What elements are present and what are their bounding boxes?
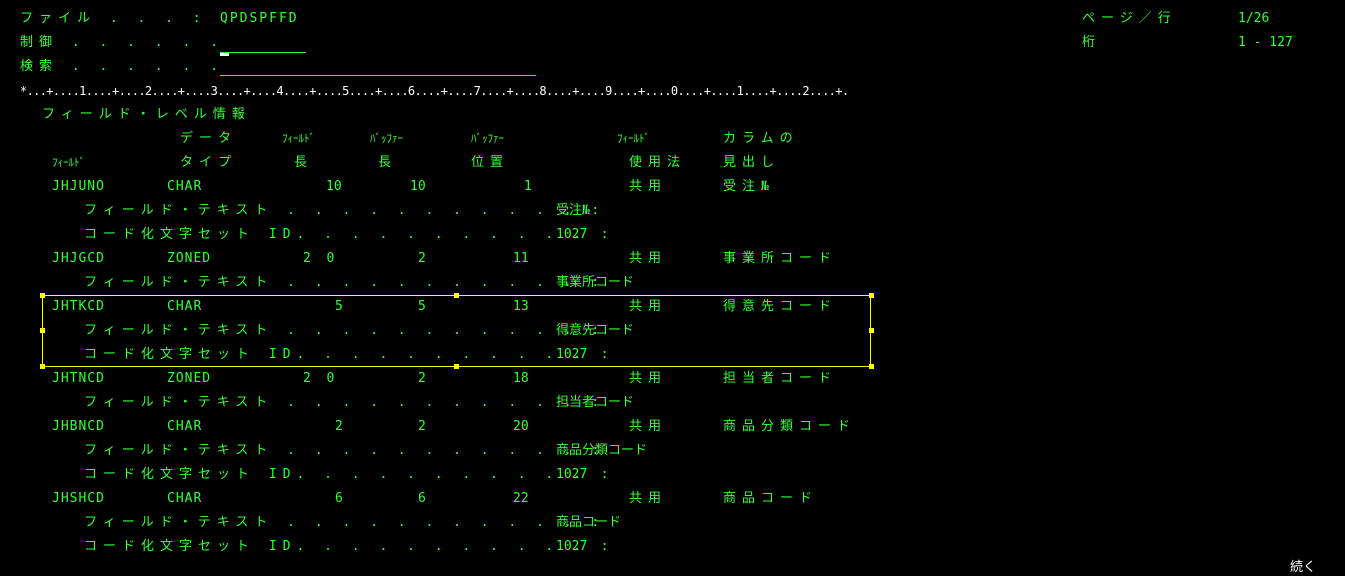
- ccsid-label: コード化文字セット ID. . . . . . . . . . . :: [84, 467, 615, 482]
- text-cursor: [220, 53, 229, 56]
- field-text-value: 事業所コード: [556, 275, 635, 290]
- header-position: 位置: [471, 155, 510, 170]
- header-data: データ: [180, 131, 238, 146]
- column-heading: 担当者コード: [723, 371, 838, 386]
- field-text-label: フィールド・テキスト . . . . . . . . . . . :: [84, 203, 606, 218]
- search-input[interactable]: [220, 75, 536, 76]
- field-length: 6: [335, 491, 343, 506]
- buffer-length: 10: [410, 179, 426, 194]
- ccsid-value: 1027: [556, 227, 588, 242]
- buffer-length: 2: [418, 371, 426, 386]
- column-heading: 事業所コード: [723, 251, 838, 266]
- file-value: QPDSPFFD: [220, 11, 299, 26]
- control-label: 制御 . . . . . .: [20, 35, 224, 50]
- file-label: ファイル . . . :: [20, 11, 207, 26]
- columns-label: 桁: [1082, 35, 1096, 50]
- field-name: JHBNCD: [52, 419, 105, 434]
- header-buffer-position: ﾊﾞｯﾌｧｰ: [471, 132, 504, 145]
- field-text-label: フィールド・テキスト . . . . . . . . . . . :: [84, 395, 606, 410]
- resize-handle-bottom-right[interactable]: [869, 364, 874, 369]
- column-heading: 受注№: [723, 179, 775, 194]
- column-heading: 商品分類コード: [723, 419, 857, 434]
- resize-handle-top-left[interactable]: [40, 293, 45, 298]
- header-buffer-length: ﾊﾞｯﾌｧｰ: [370, 132, 403, 145]
- header-column: カラムの: [723, 131, 799, 146]
- columns-value: 1 - 127: [1238, 35, 1293, 50]
- header-field: ﾌｨｰﾙﾄﾞ: [52, 156, 85, 169]
- resize-handle-top[interactable]: [454, 293, 459, 298]
- field-name: JHSHCD: [52, 491, 105, 506]
- buffer-length: 6: [418, 491, 426, 506]
- resize-handle-left[interactable]: [40, 328, 45, 333]
- header-heading: 見出し: [723, 155, 781, 170]
- field-usage: 共用: [629, 491, 668, 506]
- buffer-length: 2: [418, 251, 426, 266]
- field-text-value: 受注№: [556, 203, 590, 218]
- field-text-value: 商品分類コード: [556, 443, 648, 458]
- header-len: 長: [294, 155, 308, 170]
- page-row-value: 1/26: [1238, 11, 1270, 26]
- field-text-value: 担当者コード: [556, 395, 635, 410]
- field-length: 2 0: [303, 371, 335, 386]
- ccsid-label: コード化文字セット ID. . . . . . . . . . . :: [84, 539, 615, 554]
- control-input[interactable]: [220, 52, 306, 53]
- header-buf-len: 長: [378, 155, 392, 170]
- field-type: CHAR: [167, 419, 203, 434]
- section-title: フィールド・レベル情報: [42, 107, 251, 122]
- resize-handle-top-right[interactable]: [869, 293, 874, 298]
- buffer-position: 22: [513, 491, 529, 506]
- resize-handle-bottom-left[interactable]: [40, 364, 45, 369]
- ccsid-value: 1027: [556, 539, 588, 554]
- header-usage: 使用法: [629, 155, 687, 170]
- field-text-label: フィールド・テキスト . . . . . . . . . . . :: [84, 515, 606, 530]
- header-field-length: ﾌｨｰﾙﾄﾞ: [282, 132, 315, 145]
- more-indicator: 続く: [1290, 560, 1317, 575]
- resize-handle-bottom[interactable]: [454, 364, 459, 369]
- field-name: JHJUNO: [52, 179, 105, 194]
- field-name: JHJGCD: [52, 251, 105, 266]
- buffer-position: 1: [524, 179, 532, 194]
- field-text-value: 商品コード: [556, 515, 622, 530]
- field-usage: 共用: [629, 419, 668, 434]
- field-length: 2 0: [303, 251, 335, 266]
- column-ruler: *...+....1....+....2....+....3....+....4…: [20, 84, 849, 98]
- field-type: ZONED: [167, 251, 212, 266]
- buffer-length: 2: [418, 419, 426, 434]
- buffer-position: 20: [513, 419, 529, 434]
- resize-handle-right[interactable]: [869, 328, 874, 333]
- field-length: 2: [335, 419, 343, 434]
- field-length: 10: [326, 179, 342, 194]
- field-name: JHTNCD: [52, 371, 105, 386]
- column-heading: 商品コード: [723, 491, 819, 506]
- page-row-label: ページ／行: [1082, 11, 1177, 26]
- field-type: CHAR: [167, 179, 203, 194]
- field-type: ZONED: [167, 371, 212, 386]
- field-type: CHAR: [167, 491, 203, 506]
- buffer-position: 18: [513, 371, 529, 386]
- header-type: タイプ: [180, 155, 238, 170]
- field-text-label: フィールド・テキスト . . . . . . . . . . . :: [84, 275, 606, 290]
- field-text-label: フィールド・テキスト . . . . . . . . . . . :: [84, 443, 606, 458]
- field-usage: 共用: [629, 179, 668, 194]
- field-usage: 共用: [629, 251, 668, 266]
- ccsid-value: 1027: [556, 467, 588, 482]
- search-label: 検索 . . . . . .: [20, 59, 224, 74]
- selection-rectangle[interactable]: [42, 295, 871, 367]
- ccsid-label: コード化文字セット ID. . . . . . . . . . . :: [84, 227, 615, 242]
- header-field-usage: ﾌｨｰﾙﾄﾞ: [617, 132, 650, 145]
- field-usage: 共用: [629, 371, 668, 386]
- buffer-position: 11: [513, 251, 529, 266]
